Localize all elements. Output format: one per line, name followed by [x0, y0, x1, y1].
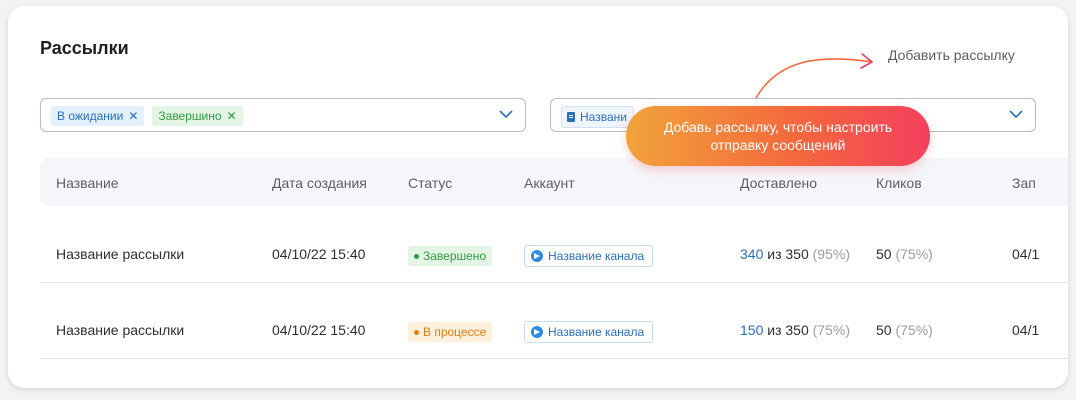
hint-arrow-icon [755, 53, 873, 99]
mailings-card: Рассылки Добавить рассылку В ожидании ✕ … [8, 6, 1068, 388]
column-header-status[interactable]: Статус [408, 175, 452, 191]
cell-scheduled: 04/1 [1012, 322, 1040, 338]
status-label: В процессе [423, 325, 487, 339]
remove-chip-icon[interactable]: ✕ [128, 106, 138, 126]
column-header-scheduled[interactable]: Зап [1012, 175, 1036, 191]
cell-date: 04/10/22 15:40 [272, 322, 366, 338]
delivered-count[interactable]: 150 [740, 322, 763, 338]
column-header-account[interactable]: Аккаунт [524, 175, 575, 191]
table-row[interactable]: Название рассылки 04/10/22 15:40 Заверше… [40, 206, 1068, 283]
clicks-percent: (75%) [895, 322, 933, 338]
onboarding-tooltip: Добавь рассылку, чтобы настроить отправк… [626, 106, 930, 166]
column-header-date[interactable]: Дата создания [272, 175, 367, 191]
status-label: Завершено [423, 249, 487, 263]
cell-clicks: 50 (75%) [876, 322, 933, 338]
cell-name: Название рассылки [56, 246, 185, 262]
status-dot-icon [414, 329, 419, 335]
filter-chip-pending: В ожидании ✕ [51, 106, 145, 126]
chevron-down-icon[interactable] [499, 110, 513, 119]
telegram-icon [531, 326, 543, 338]
document-icon [567, 112, 575, 122]
chip-label: В ожидании [57, 109, 124, 123]
delivered-total: из 350 [767, 246, 809, 262]
column-header-name[interactable]: Название [56, 175, 119, 191]
cell-name: Название рассылки [56, 322, 185, 338]
account-label: Название канала [548, 325, 645, 339]
tooltip-line-2: отправку сообщений [710, 137, 846, 153]
telegram-icon [531, 250, 543, 262]
delivered-percent: (95%) [812, 246, 850, 262]
cell-date: 04/10/22 15:40 [272, 246, 366, 262]
chip-label: Названи [580, 110, 627, 124]
clicks-percent: (75%) [895, 246, 933, 262]
cell-clicks: 50 (75%) [876, 246, 933, 262]
chip-label: Завершино [158, 109, 222, 123]
status-badge: В процессе [408, 322, 493, 342]
column-header-delivered[interactable]: Доставлено [740, 175, 817, 191]
delivered-total: из 350 [767, 322, 809, 338]
account-label: Название канала [548, 249, 645, 263]
account-link[interactable]: Название канала [524, 245, 654, 267]
filter-chip-completed: Завершино ✕ [152, 106, 243, 126]
column-header-clicks[interactable]: Кликов [876, 175, 922, 191]
account-link[interactable]: Название канала [524, 321, 654, 343]
cell-scheduled: 04/1 [1012, 246, 1040, 262]
clicks-count: 50 [876, 322, 892, 338]
table-header: Название Дата создания Статус Аккаунт До… [40, 158, 1068, 206]
status-badge: Завершено [408, 246, 493, 266]
delivered-percent: (75%) [812, 322, 850, 338]
filter-chip-account: Названи [561, 106, 634, 128]
status-dot-icon [414, 253, 419, 259]
add-mailing-button[interactable]: Добавить рассылку [888, 47, 1015, 63]
chevron-down-icon[interactable] [1009, 110, 1023, 119]
page-title: Рассылки [40, 38, 129, 58]
tooltip-line-1: Добавь рассылку, чтобы настроить [663, 119, 893, 135]
remove-chip-icon[interactable]: ✕ [227, 106, 237, 126]
cell-delivered: 340 из 350 (95%) [740, 246, 850, 262]
status-filter-select[interactable]: В ожидании ✕ Завершино ✕ [40, 98, 526, 132]
table-row[interactable]: Название рассылки 04/10/22 15:40 В проце… [40, 282, 1068, 359]
clicks-count: 50 [876, 246, 892, 262]
cell-delivered: 150 из 350 (75%) [740, 322, 850, 338]
delivered-count[interactable]: 340 [740, 246, 763, 262]
